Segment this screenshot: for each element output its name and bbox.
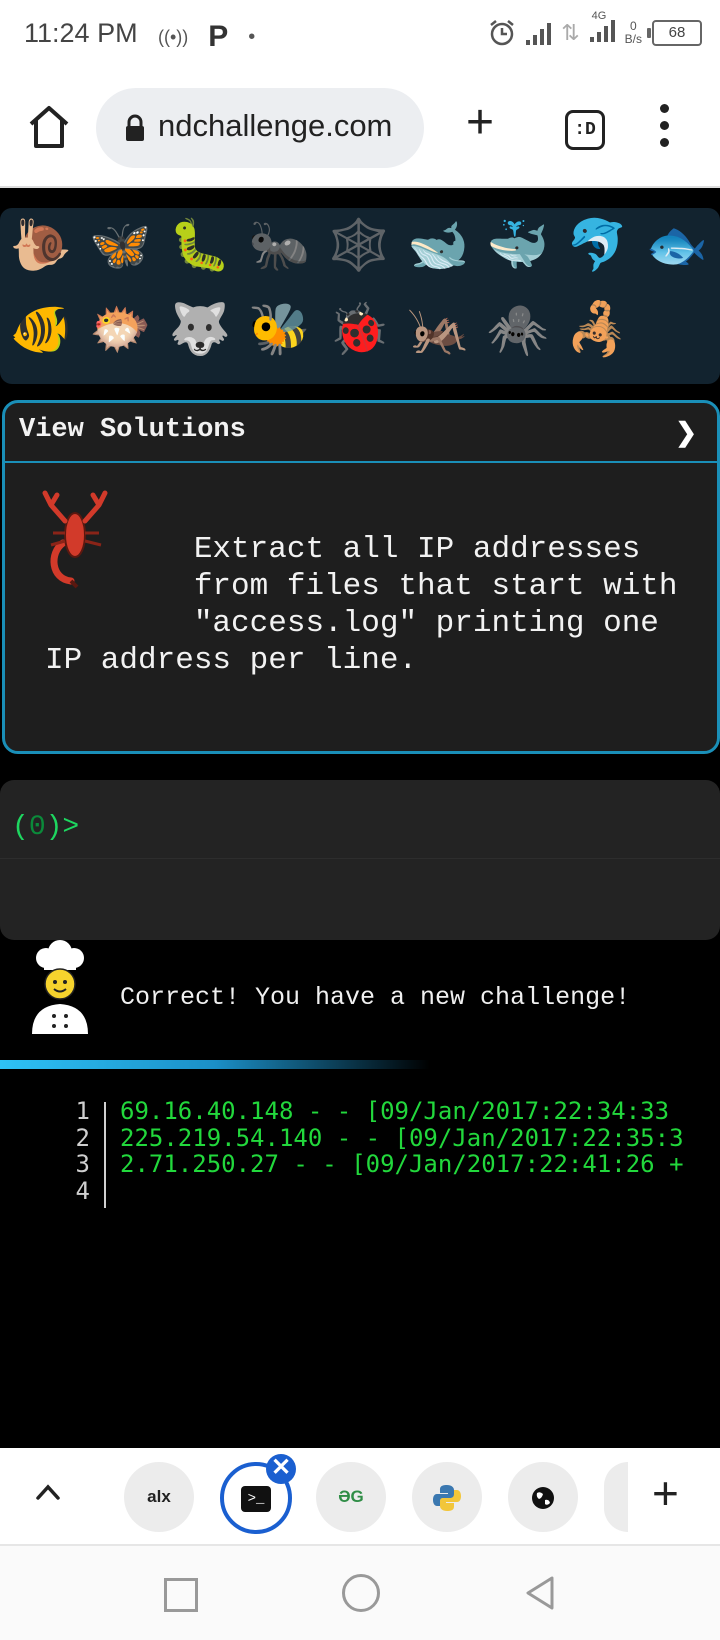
spider-icon[interactable]: 🕷️	[485, 296, 551, 362]
terminal-prompt: (0)>	[12, 812, 79, 843]
partial-tab[interactable]	[604, 1462, 628, 1532]
cricket-icon[interactable]: 🦗	[406, 296, 472, 362]
output-line: 225.219.54.140 - - [09/Jan/2017:22:35:3	[120, 1123, 684, 1152]
gfg-tab[interactable]: ƏG	[316, 1462, 386, 1532]
new-tab-button[interactable]: +	[466, 98, 494, 148]
address-bar[interactable]: ndchallenge.com	[96, 88, 424, 168]
prompt-counter: 0	[28, 812, 46, 843]
terminal-input[interactable]: (0)>	[0, 780, 720, 940]
prompt-open: (	[12, 812, 29, 843]
home-button[interactable]	[342, 1574, 380, 1612]
caterpillar-icon[interactable]: 🐛	[167, 212, 233, 278]
progress-bar	[0, 1060, 430, 1069]
python-icon	[433, 1484, 461, 1511]
line-number: 2	[75, 1123, 90, 1152]
fish-icon[interactable]: 🐟	[644, 212, 710, 278]
line-number-gutter: 1234	[56, 1098, 90, 1204]
browser-toolbar: ndchallenge.com + :D	[0, 74, 720, 188]
spouting-whale-icon[interactable]: 🐳	[485, 212, 551, 278]
feedback-message: Correct! You have a new challenge!	[120, 983, 631, 1012]
home-icon[interactable]	[26, 102, 72, 152]
view-solutions-title: View Solutions	[19, 415, 246, 445]
line-number: 4	[75, 1176, 90, 1205]
alx-tab-label: alx	[147, 1487, 171, 1506]
wolf-icon[interactable]: 🐺	[167, 296, 233, 362]
signal-icon	[526, 21, 552, 45]
terminal-icon: >_	[241, 1485, 271, 1512]
output-lines: 69.16.40.148 - - [09/Jan/2017:22:34:33 22…	[120, 1098, 684, 1204]
view-solutions-header[interactable]: View Solutions ❯	[5, 403, 717, 463]
globe-tab[interactable]	[508, 1462, 578, 1532]
alx-tab[interactable]: alx	[124, 1462, 194, 1532]
url-text: ndchallenge.com	[158, 108, 393, 143]
terminal-divider	[0, 858, 720, 859]
recent-apps-button[interactable]	[164, 1578, 198, 1612]
gutter-divider	[104, 1102, 106, 1208]
battery-icon: 68	[647, 20, 702, 46]
chevron-right-icon[interactable]: ❯	[675, 417, 697, 448]
ladybug-icon[interactable]: 🐞	[326, 296, 392, 362]
output-line: 69.16.40.148 - - [09/Jan/2017:22:34:33	[120, 1098, 670, 1125]
snail-icon[interactable]: 🐌	[8, 212, 74, 278]
challenge-card: View Solutions ❯ Extract all IP addresse…	[2, 400, 720, 754]
line-number: 3	[75, 1150, 90, 1178]
butterfly-icon[interactable]: 🦋	[88, 212, 154, 278]
bottom-tab-strip: alx >_ ✕ ƏG +	[0, 1448, 720, 1546]
chef-icon	[32, 940, 88, 1034]
tab-switcher-button[interactable]: :D	[565, 110, 605, 150]
animal-strip: 🐌 🦋 🐛 🐜 🕸️ 🐋 🐳 🐬 🐟 🐠 🐡 🐺 🐝 🐞 🦗 🕷️ 🦂	[0, 208, 720, 384]
line-number: 1	[75, 1098, 90, 1125]
dot-icon: •	[248, 25, 256, 48]
network-type: 4G	[591, 10, 607, 22]
status-time: 11:24 PM	[24, 18, 138, 48]
net-speed-unit: B/s	[624, 32, 642, 46]
scorpion-icon[interactable]: 🦂	[565, 296, 631, 362]
bee-icon[interactable]: 🐝	[247, 296, 313, 362]
globe-icon	[532, 1486, 554, 1509]
system-nav-bar	[0, 1546, 720, 1640]
output-line: 2.71.250.27 - - [09/Jan/2017:22:41:26 +	[120, 1150, 684, 1178]
chevron-up-icon[interactable]	[30, 1474, 66, 1510]
tropical-fish-icon[interactable]: 🐠	[8, 296, 74, 362]
status-right-icons: ⇅ 4G 0 B/s 68	[488, 10, 702, 48]
back-button[interactable]	[522, 1574, 558, 1612]
net-speed: 0 B/s	[625, 20, 642, 46]
status-bar: 11:24 PM ((•)) P • ⇅ 4G 0 B/s 68	[0, 0, 720, 74]
spider-web-icon[interactable]: 🕸️	[326, 212, 392, 278]
challenge-description: Extract all IP addresses from files that…	[45, 532, 678, 678]
net-speed-value: 0	[629, 19, 637, 33]
signal-4g-icon: 4G	[589, 10, 615, 48]
p-app-icon: P	[208, 20, 229, 53]
status-left-icons: ((•)) P •	[158, 20, 255, 54]
prompt-close: )>	[45, 812, 80, 843]
blowfish-icon[interactable]: 🐡	[88, 296, 154, 362]
close-tab-icon[interactable]: ✕	[266, 1454, 296, 1484]
add-tab-button[interactable]: +	[652, 1468, 679, 1518]
command-output: 1234 69.16.40.148 - - [09/Jan/2017:22:34…	[0, 1098, 720, 1218]
ant-icon[interactable]: 🐜	[247, 212, 313, 278]
python-tab[interactable]	[412, 1462, 482, 1532]
alarm-icon	[490, 20, 514, 46]
hotspot-icon: ((•))	[158, 26, 189, 47]
whale-icon[interactable]: 🐋	[406, 212, 472, 278]
data-arrows-icon: ⇅	[561, 20, 580, 45]
more-menu-icon[interactable]	[654, 104, 674, 152]
lock-icon	[126, 114, 144, 141]
gfg-tab-label: ƏG	[338, 1487, 364, 1506]
dolphin-icon[interactable]: 🐬	[565, 212, 631, 278]
